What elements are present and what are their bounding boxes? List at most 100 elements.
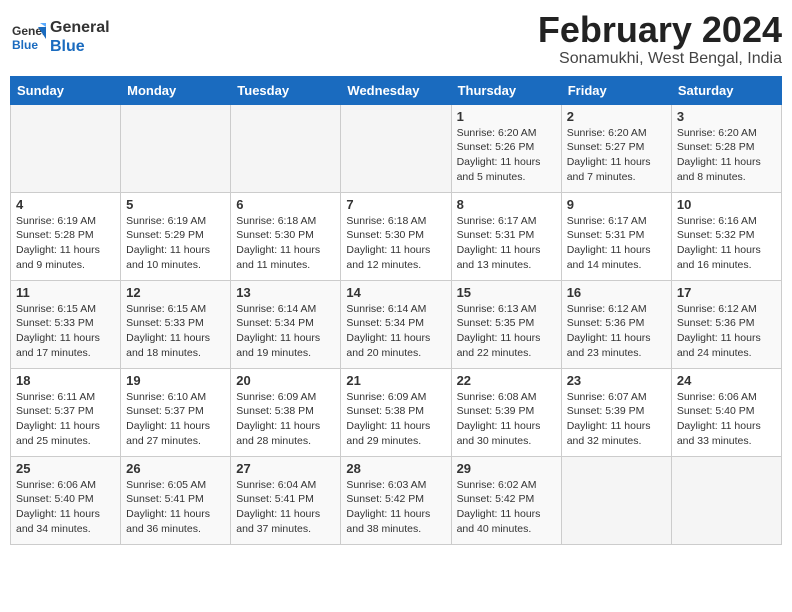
calendar-week-1: 1 Sunrise: 6:20 AM Sunset: 5:26 PM Daylig… — [11, 104, 782, 192]
day-info: Sunrise: 6:12 AM Sunset: 5:36 PM Dayligh… — [567, 302, 666, 361]
location: Sonamukhi, West Bengal, India — [538, 50, 782, 68]
calendar-week-3: 11 Sunrise: 6:15 AM Sunset: 5:33 PM Dayli… — [11, 280, 782, 368]
calendar-cell — [231, 104, 341, 192]
calendar-week-2: 4 Sunrise: 6:19 AM Sunset: 5:28 PM Daylig… — [11, 192, 782, 280]
calendar-cell: 22 Sunrise: 6:08 AM Sunset: 5:39 PM Dayli… — [451, 368, 561, 456]
calendar-cell: 16Sunrise: 6:12 AM Sunset: 5:36 PM Dayli… — [561, 280, 671, 368]
calendar-cell: 27 Sunrise: 6:04 AM Sunset: 5:41 PM Dayli… — [231, 456, 341, 544]
day-info: Sunrise: 6:13 AM Sunset: 5:35 PM Dayligh… — [457, 302, 556, 361]
weekday-header-tuesday: Tuesday — [231, 76, 341, 104]
day-number: 18 — [16, 373, 115, 388]
calendar-cell: 25 Sunrise: 6:06 AM Sunset: 5:40 PM Dayli… — [11, 456, 121, 544]
calendar-cell: 1 Sunrise: 6:20 AM Sunset: 5:26 PM Daylig… — [451, 104, 561, 192]
day-info: Sunrise: 6:19 AM Sunset: 5:28 PM Dayligh… — [16, 214, 115, 273]
day-info: Sunrise: 6:03 AM Sunset: 5:42 PM Dayligh… — [346, 478, 445, 537]
day-number: 13 — [236, 285, 335, 300]
day-number: 6 — [236, 197, 335, 212]
day-number: 2 — [567, 109, 666, 124]
calendar-cell: 14 Sunrise: 6:14 AM Sunset: 5:34 PM Dayli… — [341, 280, 451, 368]
day-number: 4 — [16, 197, 115, 212]
calendar-cell: 17Sunrise: 6:12 AM Sunset: 5:36 PM Dayli… — [671, 280, 781, 368]
logo-blue: Blue — [50, 37, 110, 56]
day-info: Sunrise: 6:18 AM Sunset: 5:30 PM Dayligh… — [236, 214, 335, 273]
day-info: Sunrise: 6:09 AM Sunset: 5:38 PM Dayligh… — [346, 390, 445, 449]
day-number: 20 — [236, 373, 335, 388]
day-number: 11 — [16, 285, 115, 300]
day-number: 5 — [126, 197, 225, 212]
calendar-cell: 11 Sunrise: 6:15 AM Sunset: 5:33 PM Dayli… — [11, 280, 121, 368]
weekday-header-sunday: Sunday — [11, 76, 121, 104]
calendar-cell: 20 Sunrise: 6:09 AM Sunset: 5:38 PM Dayli… — [231, 368, 341, 456]
calendar-cell: 15Sunrise: 6:13 AM Sunset: 5:35 PM Dayli… — [451, 280, 561, 368]
calendar-cell: 12Sunrise: 6:15 AM Sunset: 5:33 PM Dayli… — [121, 280, 231, 368]
calendar-cell: 6 Sunrise: 6:18 AM Sunset: 5:30 PM Daylig… — [231, 192, 341, 280]
day-number: 21 — [346, 373, 445, 388]
day-number: 28 — [346, 461, 445, 476]
page-header: General Blue General Blue February 2024 … — [10, 10, 782, 68]
weekday-header-wednesday: Wednesday — [341, 76, 451, 104]
day-number: 10 — [677, 197, 776, 212]
day-info: Sunrise: 6:20 AM Sunset: 5:28 PM Dayligh… — [677, 126, 776, 185]
day-info: Sunrise: 6:02 AM Sunset: 5:42 PM Dayligh… — [457, 478, 556, 537]
weekday-header-saturday: Saturday — [671, 76, 781, 104]
calendar-cell: 24Sunrise: 6:06 AM Sunset: 5:40 PM Dayli… — [671, 368, 781, 456]
weekday-header-monday: Monday — [121, 76, 231, 104]
day-info: Sunrise: 6:06 AM Sunset: 5:40 PM Dayligh… — [16, 478, 115, 537]
calendar-cell: 4 Sunrise: 6:19 AM Sunset: 5:28 PM Daylig… — [11, 192, 121, 280]
weekday-header-row: SundayMondayTuesdayWednesdayThursdayFrid… — [11, 76, 782, 104]
day-info: Sunrise: 6:12 AM Sunset: 5:36 PM Dayligh… — [677, 302, 776, 361]
logo: General Blue General Blue — [10, 18, 110, 56]
calendar-cell — [121, 104, 231, 192]
weekday-header-friday: Friday — [561, 76, 671, 104]
day-number: 12 — [126, 285, 225, 300]
day-info: Sunrise: 6:14 AM Sunset: 5:34 PM Dayligh… — [346, 302, 445, 361]
day-number: 27 — [236, 461, 335, 476]
day-info: Sunrise: 6:11 AM Sunset: 5:37 PM Dayligh… — [16, 390, 115, 449]
weekday-header-thursday: Thursday — [451, 76, 561, 104]
day-info: Sunrise: 6:15 AM Sunset: 5:33 PM Dayligh… — [16, 302, 115, 361]
calendar-cell: 7 Sunrise: 6:18 AM Sunset: 5:30 PM Daylig… — [341, 192, 451, 280]
svg-text:Blue: Blue — [12, 38, 38, 52]
calendar-week-5: 25 Sunrise: 6:06 AM Sunset: 5:40 PM Dayli… — [11, 456, 782, 544]
day-number: 26 — [126, 461, 225, 476]
day-number: 7 — [346, 197, 445, 212]
day-info: Sunrise: 6:20 AM Sunset: 5:26 PM Dayligh… — [457, 126, 556, 185]
calendar-cell — [671, 456, 781, 544]
day-number: 22 — [457, 373, 556, 388]
calendar-cell: 13 Sunrise: 6:14 AM Sunset: 5:34 PM Dayli… — [231, 280, 341, 368]
day-info: Sunrise: 6:14 AM Sunset: 5:34 PM Dayligh… — [236, 302, 335, 361]
calendar-cell: 2 Sunrise: 6:20 AM Sunset: 5:27 PM Daylig… — [561, 104, 671, 192]
day-number: 23 — [567, 373, 666, 388]
calendar-table: SundayMondayTuesdayWednesdayThursdayFrid… — [10, 76, 782, 545]
calendar-cell: 19 Sunrise: 6:10 AM Sunset: 5:37 PM Dayli… — [121, 368, 231, 456]
calendar-cell: 3Sunrise: 6:20 AM Sunset: 5:28 PM Daylig… — [671, 104, 781, 192]
calendar-cell: 9Sunrise: 6:17 AM Sunset: 5:31 PM Daylig… — [561, 192, 671, 280]
day-number: 19 — [126, 373, 225, 388]
day-number: 9 — [567, 197, 666, 212]
day-info: Sunrise: 6:08 AM Sunset: 5:39 PM Dayligh… — [457, 390, 556, 449]
day-info: Sunrise: 6:05 AM Sunset: 5:41 PM Dayligh… — [126, 478, 225, 537]
day-number: 25 — [16, 461, 115, 476]
day-info: Sunrise: 6:10 AM Sunset: 5:37 PM Dayligh… — [126, 390, 225, 449]
calendar-cell: 29 Sunrise: 6:02 AM Sunset: 5:42 PM Dayli… — [451, 456, 561, 544]
calendar-cell — [11, 104, 121, 192]
day-number: 8 — [457, 197, 556, 212]
day-number: 24 — [677, 373, 776, 388]
day-info: Sunrise: 6:18 AM Sunset: 5:30 PM Dayligh… — [346, 214, 445, 273]
day-number: 1 — [457, 109, 556, 124]
day-info: Sunrise: 6:16 AM Sunset: 5:32 PM Dayligh… — [677, 214, 776, 273]
calendar-cell: 5 Sunrise: 6:19 AM Sunset: 5:29 PM Daylig… — [121, 192, 231, 280]
day-info: Sunrise: 6:07 AM Sunset: 5:39 PM Dayligh… — [567, 390, 666, 449]
calendar-cell: 21 Sunrise: 6:09 AM Sunset: 5:38 PM Dayli… — [341, 368, 451, 456]
day-info: Sunrise: 6:20 AM Sunset: 5:27 PM Dayligh… — [567, 126, 666, 185]
calendar-cell: 18 Sunrise: 6:11 AM Sunset: 5:37 PM Dayli… — [11, 368, 121, 456]
calendar-cell: 26 Sunrise: 6:05 AM Sunset: 5:41 PM Dayli… — [121, 456, 231, 544]
calendar-week-4: 18 Sunrise: 6:11 AM Sunset: 5:37 PM Dayli… — [11, 368, 782, 456]
day-info: Sunrise: 6:19 AM Sunset: 5:29 PM Dayligh… — [126, 214, 225, 273]
day-info: Sunrise: 6:17 AM Sunset: 5:31 PM Dayligh… — [457, 214, 556, 273]
day-number: 29 — [457, 461, 556, 476]
day-number: 14 — [346, 285, 445, 300]
day-info: Sunrise: 6:04 AM Sunset: 5:41 PM Dayligh… — [236, 478, 335, 537]
calendar-cell: 10 Sunrise: 6:16 AM Sunset: 5:32 PM Dayli… — [671, 192, 781, 280]
day-info: Sunrise: 6:09 AM Sunset: 5:38 PM Dayligh… — [236, 390, 335, 449]
